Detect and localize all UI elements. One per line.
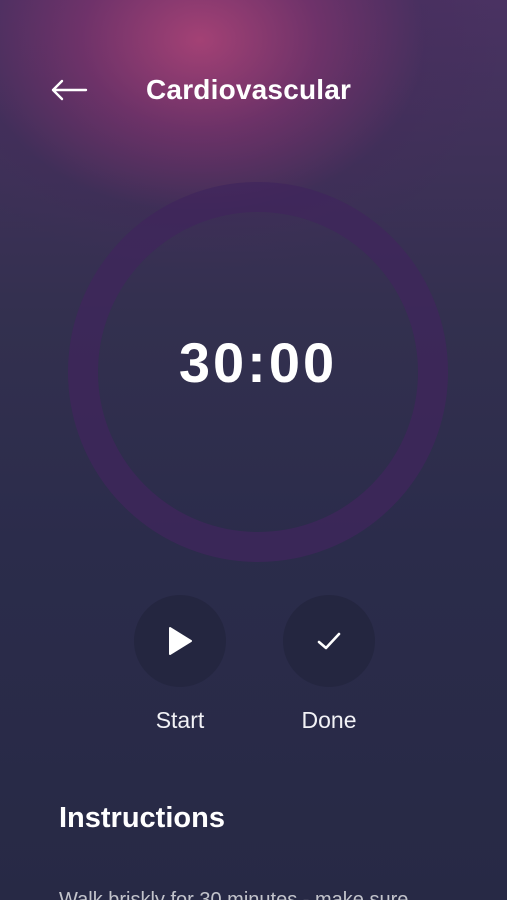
instructions-text: Walk briskly for 30 minutes - make sure [59, 889, 409, 900]
workout-screen: Cardiovascular 30:00 Start Done Instruct… [0, 0, 507, 900]
done-control: Done [269, 595, 389, 734]
start-control: Start [120, 595, 240, 734]
timer-display: 30:00 [178, 331, 338, 394]
header: Cardiovascular [0, 62, 507, 122]
arrow-left-icon [51, 79, 88, 101]
instructions-heading: Instructions [59, 802, 225, 834]
check-icon [317, 632, 341, 650]
start-label: Start [155, 707, 205, 733]
back-button[interactable] [44, 70, 94, 110]
page-title: Cardiovascular [146, 74, 352, 105]
start-button[interactable] [134, 595, 226, 687]
play-icon [169, 627, 192, 655]
done-button[interactable] [283, 595, 375, 687]
done-label: Done [301, 707, 357, 733]
